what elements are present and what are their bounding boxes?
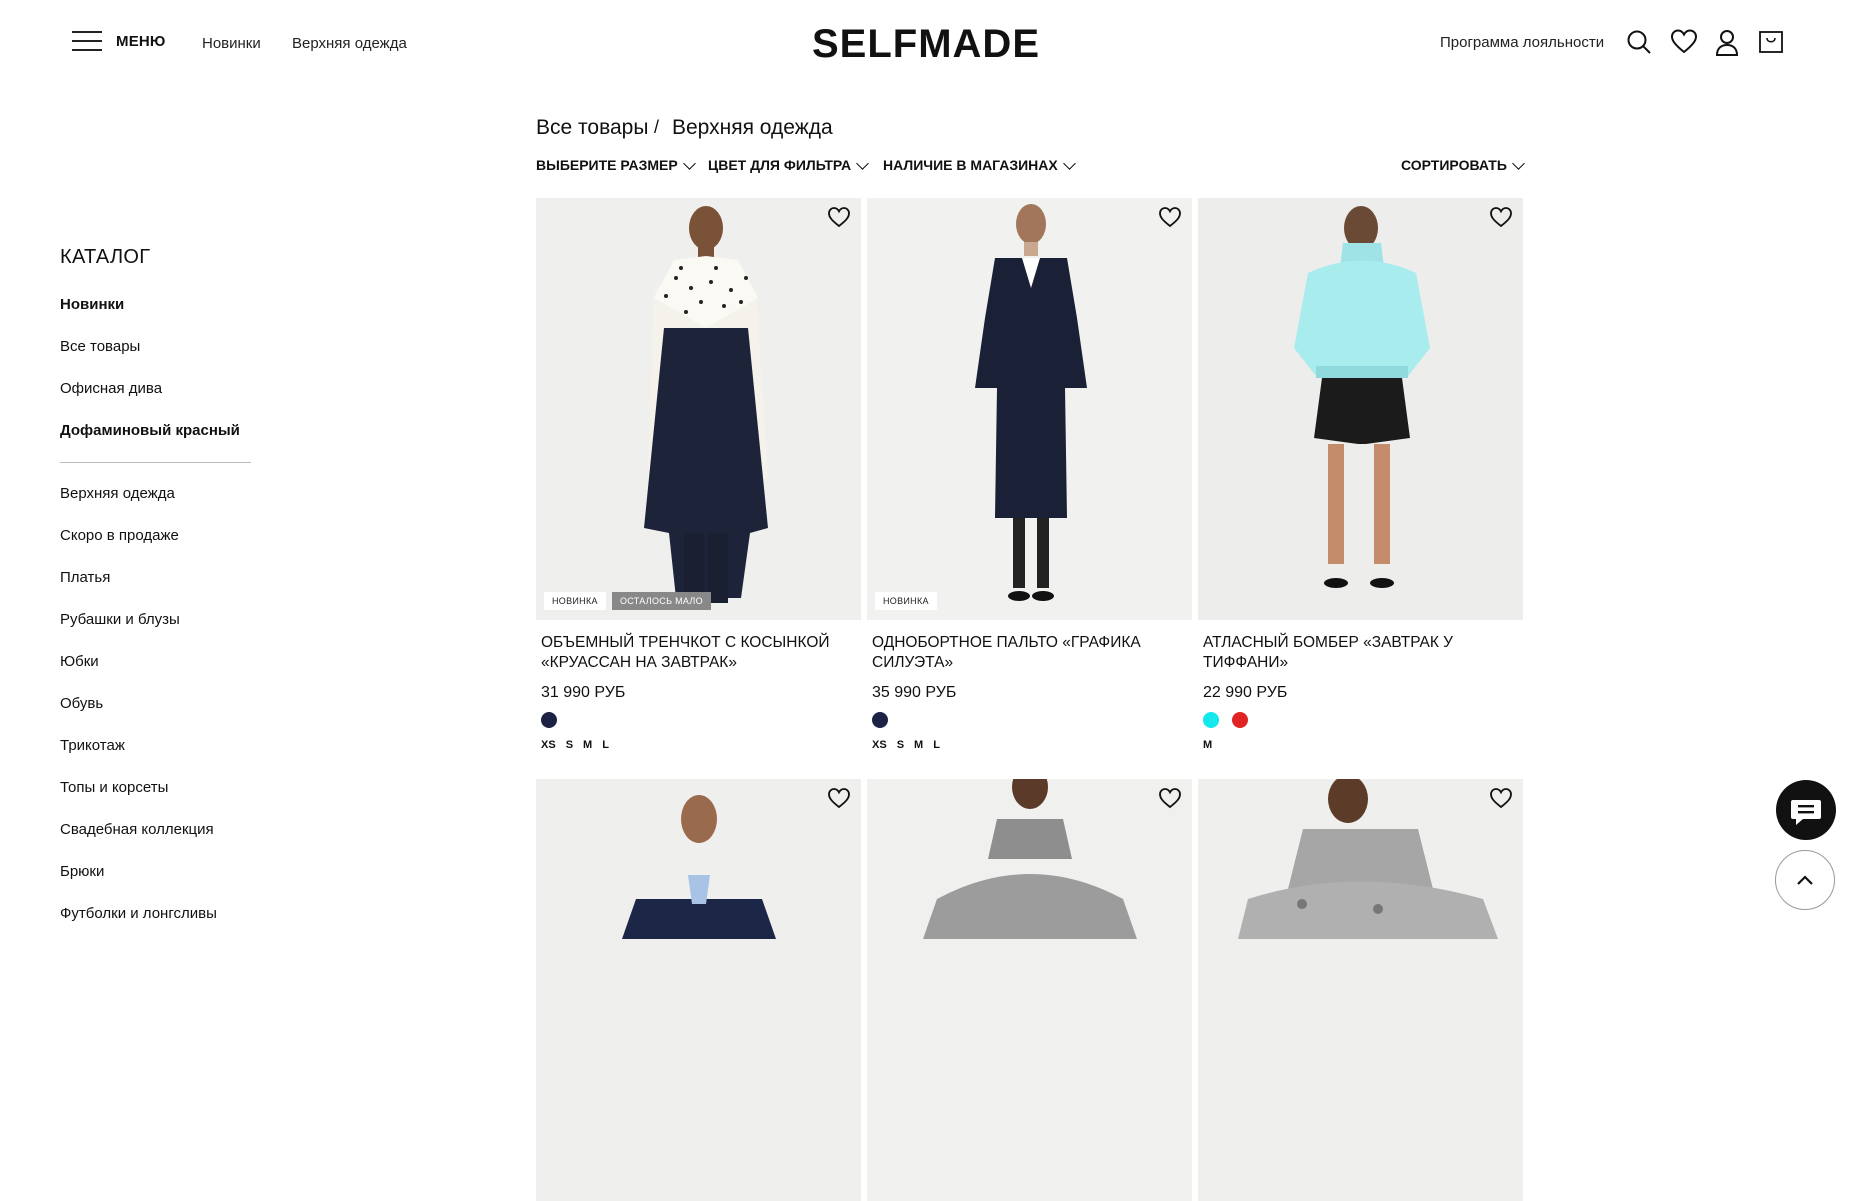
catalog-title: КАТАЛОГ	[60, 246, 151, 268]
chevron-down-icon	[682, 156, 696, 170]
heart-icon[interactable]	[1489, 206, 1513, 228]
size-option[interactable]: M	[914, 739, 923, 751]
sidebar-item[interactable]: Новинки	[60, 296, 124, 313]
sidebar-item[interactable]: Верхняя одежда	[60, 485, 175, 502]
color-swatch[interactable]	[872, 712, 888, 728]
hamburger-icon	[72, 31, 102, 51]
color-swatch[interactable]	[1203, 712, 1219, 728]
product-title[interactable]: АТЛАСНЫЙ БОМБЕР «ЗАВТРАК У ТИФФАНИ»	[1203, 633, 1503, 673]
sidebar-divider	[60, 462, 251, 463]
color-swatches	[872, 712, 901, 728]
heart-icon[interactable]	[1158, 787, 1182, 809]
size-option[interactable]: M	[1203, 739, 1212, 751]
product-price: 22 990 РУБ	[1203, 684, 1288, 701]
sidebar-item[interactable]: Рубашки и блузы	[60, 611, 180, 628]
nav-link-new[interactable]: Новинки	[202, 35, 261, 52]
sidebar-item[interactable]: Обувь	[60, 695, 103, 712]
chevron-down-icon	[856, 156, 869, 170]
size-option[interactable]: L	[933, 739, 940, 751]
breadcrumb-root[interactable]: Все товары	[536, 116, 648, 140]
nav-link-outerwear[interactable]: Верхняя одежда	[292, 35, 407, 52]
chevron-down-icon	[1062, 156, 1076, 170]
heart-icon[interactable]	[827, 787, 851, 809]
product-image[interactable]	[536, 779, 861, 1201]
search-icon[interactable]	[1625, 28, 1653, 56]
size-option[interactable]: S	[897, 739, 904, 751]
sidebar-item[interactable]: Свадебная коллекция	[60, 821, 214, 838]
sidebar-item[interactable]: Топы и корсеты	[60, 779, 168, 796]
size-filter[interactable]: ВЫБЕРИТЕ РАЗМЕР	[536, 156, 696, 173]
store-availability-filter[interactable]: НАЛИЧИЕ В МАГАЗИНАХ	[883, 156, 1076, 173]
size-option[interactable]: S	[566, 739, 573, 751]
product-image[interactable]	[1198, 198, 1523, 620]
color-swatch[interactable]	[541, 712, 557, 728]
menu-button[interactable]: МЕНЮ	[72, 31, 166, 51]
color-swatches	[541, 712, 570, 728]
user-icon[interactable]	[1713, 28, 1741, 56]
sidebar-item[interactable]: Юбки	[60, 653, 99, 670]
sort-label: СОРТИРОВАТЬ	[1401, 157, 1507, 173]
menu-label: МЕНЮ	[116, 32, 166, 50]
site-header: МЕНЮ Новинки Верхняя одежда SELFMADE Про…	[0, 0, 1853, 88]
sidebar-item[interactable]: Футболки и лонгсливы	[60, 905, 217, 922]
product-title[interactable]: ОБЪЕМНЫЙ ТРЕНЧКОТ С КОСЫНКОЙ «КРУАССАН Н…	[541, 633, 841, 673]
size-option[interactable]: M	[583, 739, 592, 751]
loyalty-program-link[interactable]: Программа лояльности	[1440, 34, 1604, 51]
size-filter-label: ВЫБЕРИТЕ РАЗМЕР	[536, 157, 678, 173]
size-list: M	[1203, 739, 1222, 751]
heart-icon[interactable]	[1489, 787, 1513, 809]
product-badge: НОВИНКА	[875, 592, 937, 610]
size-option[interactable]: XS	[872, 739, 887, 751]
product-badge: НОВИНКА	[544, 592, 606, 610]
heart-icon[interactable]	[1158, 206, 1182, 228]
sidebar-item[interactable]: Офисная дива	[60, 380, 162, 397]
sidebar-item[interactable]: Все товары	[60, 338, 140, 355]
product-price: 31 990 РУБ	[541, 684, 626, 701]
product-image[interactable]: НОВИНКА ОСТАЛОСЬ МАЛО	[536, 198, 861, 620]
product-price: 35 990 РУБ	[872, 684, 957, 701]
size-option[interactable]: XS	[541, 739, 556, 751]
color-swatch[interactable]	[1232, 712, 1248, 728]
size-list: XS S M L	[872, 739, 950, 751]
product-badge: ОСТАЛОСЬ МАЛО	[612, 592, 711, 610]
chat-button[interactable]	[1776, 780, 1836, 840]
sidebar-item[interactable]: Брюки	[60, 863, 104, 880]
product-image[interactable]: НОВИНКА	[867, 198, 1192, 620]
sort-dropdown[interactable]: СОРТИРОВАТЬ	[1401, 156, 1525, 173]
chevron-down-icon	[1512, 156, 1525, 170]
scroll-to-top-button[interactable]	[1775, 850, 1835, 910]
sidebar-item[interactable]: Дофаминовый красный	[60, 422, 240, 439]
color-filter[interactable]: ЦВЕТ ДЛЯ ФИЛЬТРА	[708, 156, 869, 173]
breadcrumb-separator: /	[654, 117, 660, 137]
product-title[interactable]: ОДНОБОРТНОЕ ПАЛЬТО «ГРАФИКА СИЛУЭТА»	[872, 633, 1172, 673]
chevron-up-icon	[1797, 875, 1813, 885]
heart-icon[interactable]	[1670, 28, 1698, 56]
sidebar-item[interactable]: Трикотаж	[60, 737, 125, 754]
logo[interactable]: SELFMADE	[812, 22, 1040, 67]
product-image[interactable]	[1198, 779, 1523, 1201]
heart-icon[interactable]	[827, 206, 851, 228]
color-swatches	[1203, 712, 1261, 728]
color-filter-label: ЦВЕТ ДЛЯ ФИЛЬТРА	[708, 157, 852, 173]
sidebar-item[interactable]: Платья	[60, 569, 110, 586]
cart-icon[interactable]	[1757, 28, 1785, 56]
sidebar-item[interactable]: Скоро в продаже	[60, 527, 179, 544]
store-availability-label: НАЛИЧИЕ В МАГАЗИНАХ	[883, 157, 1058, 173]
size-option[interactable]: L	[602, 739, 609, 751]
breadcrumb-current: Верхняя одежда	[672, 116, 833, 139]
chat-icon	[1791, 800, 1821, 825]
product-image[interactable]	[867, 779, 1192, 1201]
size-list: XS S M L	[541, 739, 619, 751]
